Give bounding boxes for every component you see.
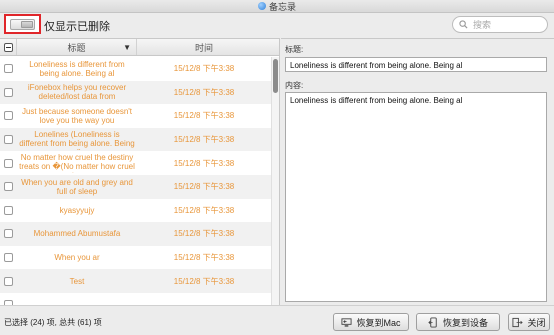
- row-time: 15/12/8 下午3:38: [173, 158, 235, 168]
- restore-to-mac-label: 恢复到Mac: [356, 317, 401, 328]
- content-field[interactable]: Loneliness is different from being alone…: [285, 92, 547, 302]
- column-header-time-label: 时间: [194, 42, 213, 53]
- toolbar: 仅显示已删除: [0, 13, 554, 36]
- content-label: 内容:: [285, 81, 304, 90]
- restore-mac-icon: [341, 317, 353, 327]
- row-time: 15/12/8 下午3:38: [173, 64, 235, 74]
- notes-list-panel: 标题 ▼ 时间 Loneliness is different from bei…: [0, 38, 280, 305]
- table-row[interactable]: When you ar 15/12/8 下午3:38: [0, 245, 271, 270]
- selection-status: 已选择 (24) 项, 总共 (61) 项: [4, 318, 102, 327]
- search-box[interactable]: [452, 16, 548, 33]
- footer-bar: 已选择 (24) 项, 总共 (61) 项 恢复到Mac 恢复到设备 关闭: [0, 305, 554, 335]
- table-row[interactable]: Mohammed Abumustafa 15/12/8 下午3:38: [0, 222, 271, 246]
- sort-down-icon[interactable]: ▼: [123, 43, 131, 52]
- row-title: iFonebox helps you recover deleted/lost …: [27, 83, 127, 102]
- row-checkbox[interactable]: [4, 135, 13, 145]
- row-title: No matter how cruel the destiny treats o…: [19, 153, 135, 173]
- row-checkbox[interactable]: [4, 229, 13, 239]
- table-row[interactable]: When you are old and grey and full of sl…: [0, 174, 271, 199]
- table-row[interactable]: Just because someone doesn't love you th…: [0, 104, 271, 128]
- close-button[interactable]: 关闭: [508, 313, 550, 331]
- title-field[interactable]: Loneliness is different from being alone…: [285, 57, 547, 72]
- row-title: Lonelines (Loneliness is different from …: [19, 129, 135, 150]
- toggle-knob: [21, 20, 33, 28]
- row-time: 15/12/8 下午3:38: [173, 135, 235, 145]
- row-title: Test: [69, 276, 85, 286]
- row-title: Mohammed Abumustafa: [33, 229, 121, 239]
- row-title: Loneliness is different from being alone…: [29, 59, 125, 78]
- row-checkbox[interactable]: [4, 87, 13, 97]
- list-scrollbar-thumb[interactable]: [273, 59, 278, 93]
- notes-list: Loneliness is different from being alone…: [0, 57, 271, 305]
- list-scrollbar[interactable]: [271, 57, 279, 305]
- column-header-title[interactable]: 标题 ▼: [17, 39, 137, 55]
- row-checkbox[interactable]: [4, 182, 13, 192]
- column-header-time[interactable]: 时间: [137, 39, 271, 55]
- table-row[interactable]: Test 15/12/8 下午3:38: [0, 269, 271, 293]
- row-time: 15/12/8 下午3:38: [173, 182, 235, 192]
- table-row[interactable]: No matter how cruel the destiny treats o…: [0, 151, 271, 175]
- show-deleted-toggle-highlight[interactable]: [4, 14, 41, 34]
- row-time: 15/12/8 下午3:38: [173, 87, 235, 97]
- restore-to-device-button[interactable]: 恢复到设备: [416, 313, 500, 331]
- restore-device-icon: [428, 316, 437, 328]
- row-time: 15/12/8 下午3:38: [173, 111, 235, 121]
- row-time: 15/12/8 下午3:38: [173, 229, 235, 239]
- select-all-cell: [0, 39, 17, 55]
- search-input[interactable]: [473, 19, 543, 30]
- note-detail-panel: 标题: Loneliness is different from being a…: [281, 38, 554, 305]
- table-row[interactable]: Lonelines (Loneliness is different from …: [0, 127, 271, 152]
- row-checkbox[interactable]: [4, 276, 13, 286]
- select-all-checkbox[interactable]: [3, 42, 13, 52]
- row-checkbox[interactable]: [4, 205, 13, 215]
- row-checkbox[interactable]: [4, 111, 13, 121]
- row-time: 15/12/8 下午3:38: [173, 276, 235, 286]
- row-time: 15/12/8 下午3:38: [173, 205, 235, 215]
- row-time: 15/12/8 下午3:38: [173, 253, 235, 263]
- row-title: Just because someone doesn't love you th…: [21, 106, 133, 125]
- table-row[interactable]: Loneliness is different from being alone…: [0, 57, 271, 81]
- row-checkbox[interactable]: [4, 64, 13, 74]
- search-icon: [459, 20, 468, 29]
- show-deleted-toggle[interactable]: [10, 18, 35, 30]
- show-deleted-label: 仅显示已删除: [44, 21, 110, 33]
- app-icon: [257, 2, 266, 10]
- window-title: 备忘录: [268, 1, 296, 12]
- list-header: 标题 ▼ 时间: [0, 39, 279, 56]
- table-row[interactable]: kyasyyujy 15/12/8 下午3:38: [0, 198, 271, 223]
- column-header-title-label: 标题: [67, 42, 86, 53]
- row-checkbox[interactable]: [4, 158, 13, 168]
- restore-to-mac-button[interactable]: 恢复到Mac: [333, 313, 409, 331]
- window-title-group: 备忘录: [257, 0, 296, 13]
- row-title: kyasyyujy: [59, 205, 95, 215]
- row-checkbox[interactable]: [4, 253, 13, 263]
- title-label: 标题:: [285, 45, 304, 54]
- close-label: 关闭: [527, 317, 546, 328]
- restore-to-device-label: 恢复到设备: [442, 317, 488, 328]
- table-row[interactable]: iFonebox helps you recover deleted/lost …: [0, 80, 271, 105]
- row-title: When you are old and grey and full of sl…: [21, 177, 133, 196]
- exit-icon: [512, 317, 524, 327]
- window-titlebar: 备忘录: [0, 0, 554, 13]
- table-row[interactable]: [0, 292, 271, 305]
- row-title: When you ar: [54, 253, 100, 263]
